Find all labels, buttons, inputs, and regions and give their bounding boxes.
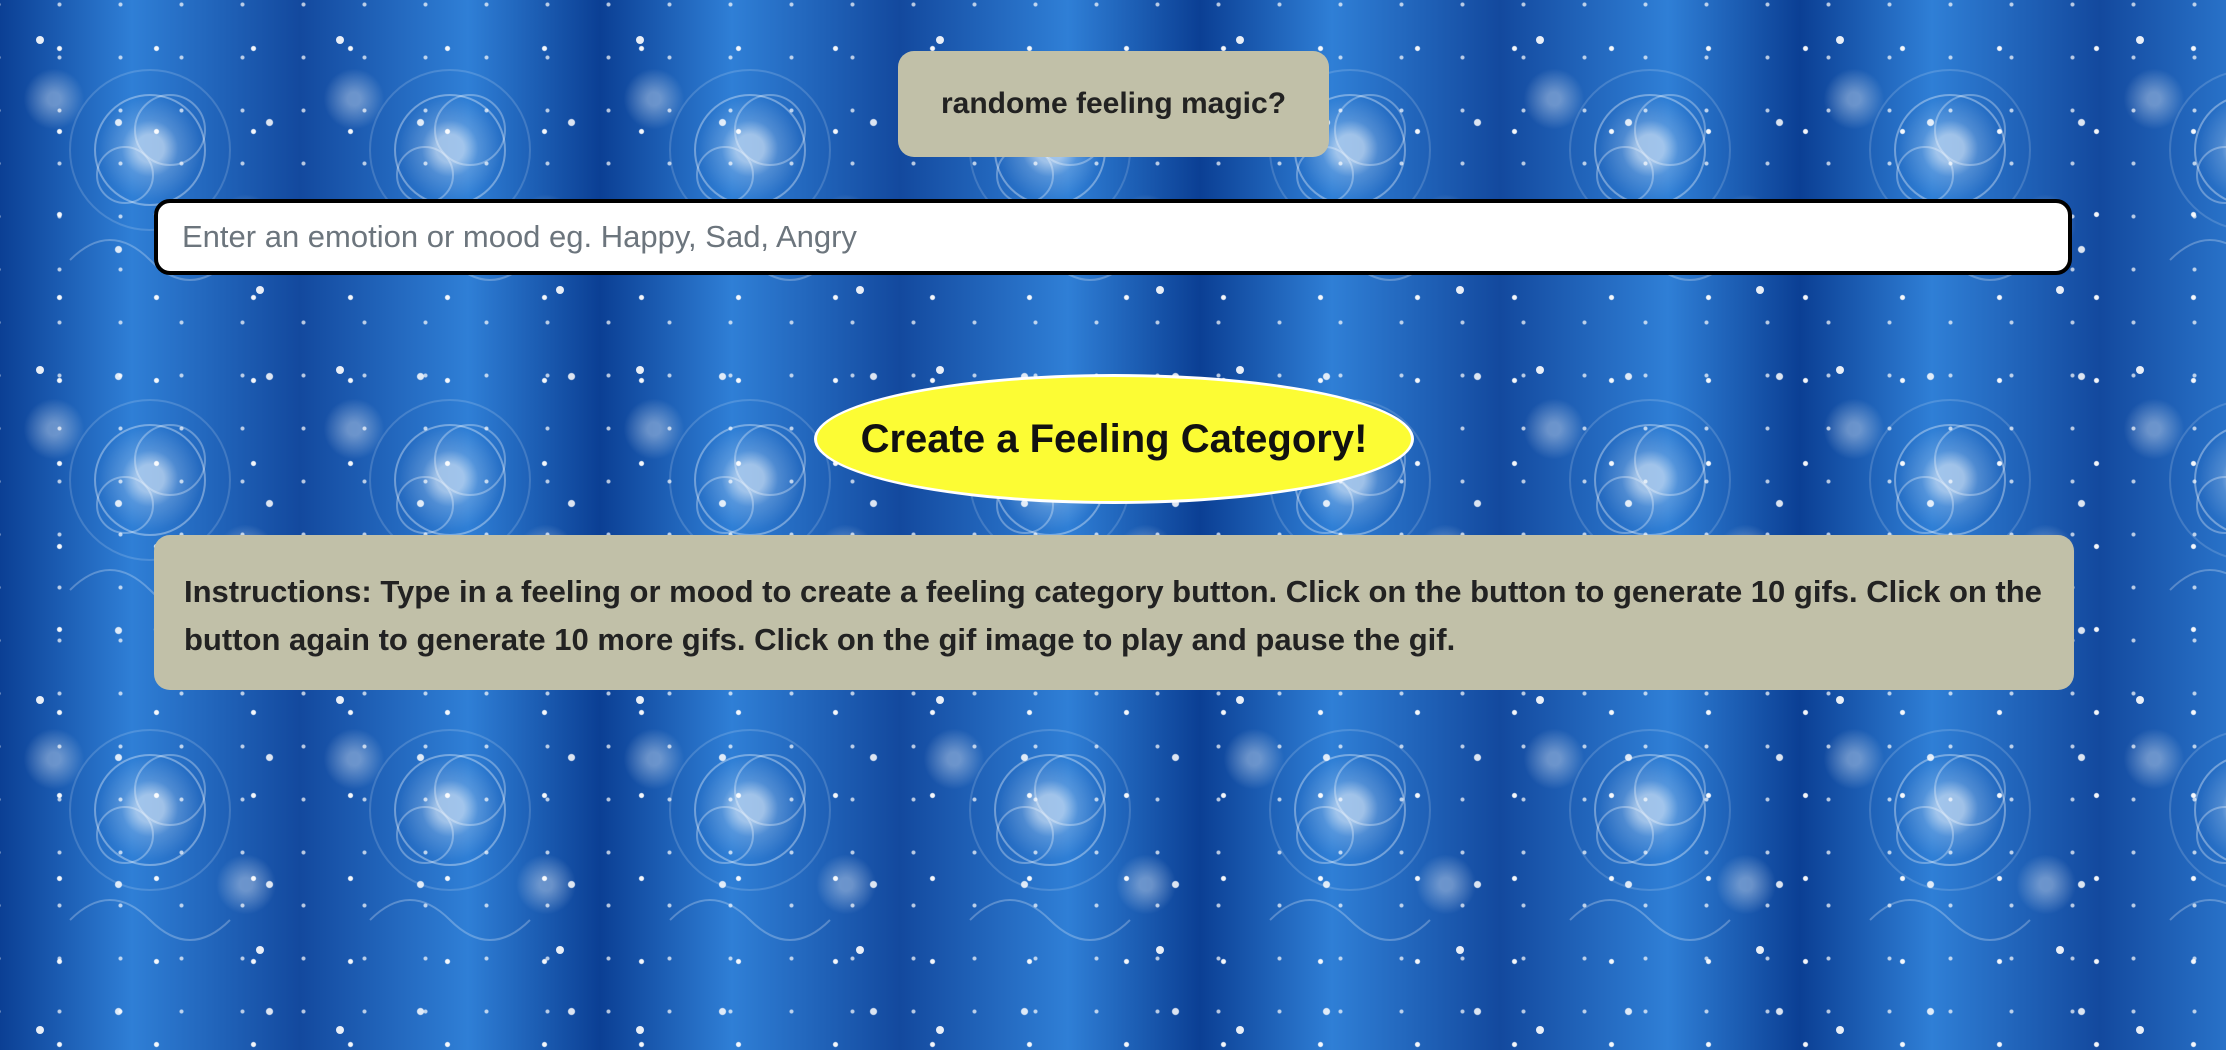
swirl-decoration	[0, 0, 2226, 1050]
create-feeling-category-button[interactable]: Create a Feeling Category!	[814, 374, 1414, 504]
instructions-panel: Instructions: Type in a feeling or mood …	[154, 535, 2074, 690]
page-title: randome feeling magic?	[898, 51, 1329, 157]
instructions-text: Instructions: Type in a feeling or mood …	[184, 574, 2042, 657]
emotion-input[interactable]	[154, 199, 2072, 275]
